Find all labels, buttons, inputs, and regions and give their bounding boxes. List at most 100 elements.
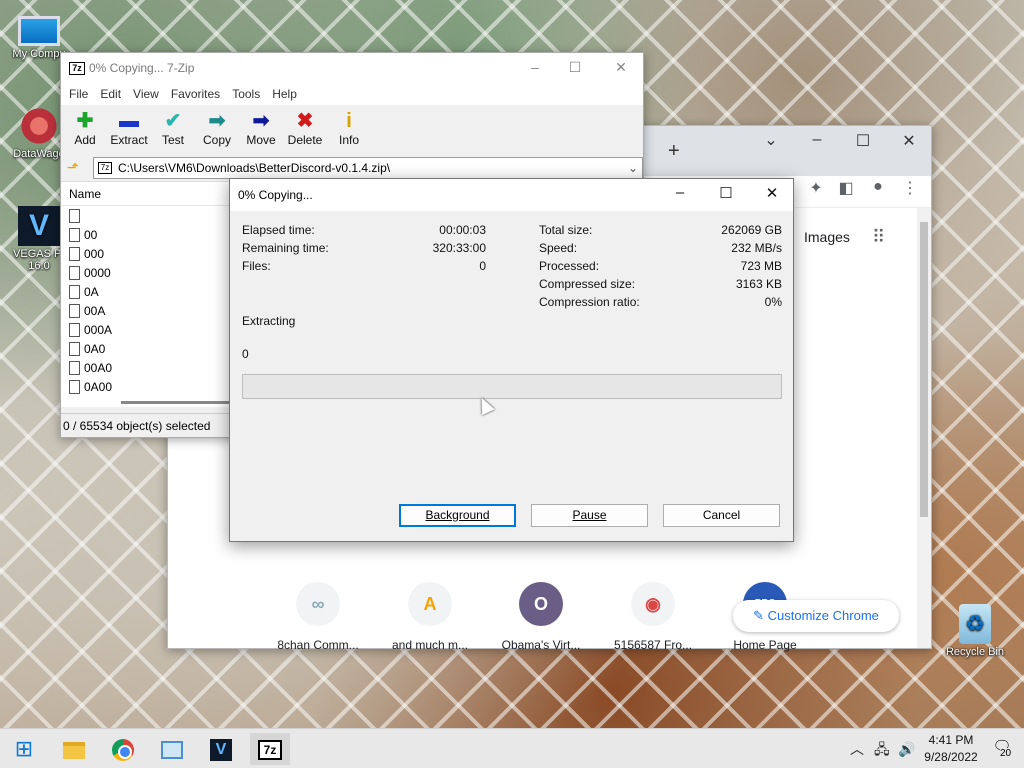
dialog-titlebar[interactable]: 0% Copying... – ☐ ✕ [230, 179, 793, 211]
move-button[interactable]: ➡ Move [241, 105, 281, 155]
list-item[interactable]: 000 [61, 244, 241, 263]
maximize-button[interactable]: ☐ [848, 131, 878, 151]
monitor-app-taskbar-button[interactable] [152, 733, 192, 765]
file-name: 0A00 [84, 379, 113, 394]
file-name: 00A [84, 303, 106, 318]
extract-button[interactable]: ▬ Extract [109, 105, 149, 155]
menu-tools[interactable]: Tools [226, 83, 266, 105]
shortcut-tile[interactable]: O Obama's Virt... [496, 582, 586, 652]
customize-chrome-button[interactable]: ✎ Customize Chrome [733, 600, 899, 632]
side-panel-icon[interactable]: ◧ [834, 178, 858, 198]
copy-arrow-icon: ➡ [208, 110, 226, 132]
clock[interactable]: 4:41 PM 9/28/2022 [918, 732, 984, 766]
pause-button[interactable]: Pause [531, 504, 648, 527]
network-icon[interactable]: 🖧 [874, 729, 890, 768]
clock-time: 4:41 PM [928, 733, 974, 747]
test-button[interactable]: ✔ Test [153, 105, 193, 155]
file-explorer-taskbar-button[interactable] [54, 733, 94, 765]
list-item[interactable] [61, 206, 241, 225]
images-link[interactable]: Images [804, 229, 850, 245]
file-icon [69, 227, 80, 242]
start-button[interactable]: ⊞ [4, 733, 44, 765]
add-button[interactable]: ✚ Add [65, 105, 105, 155]
file-icon [69, 303, 80, 318]
file-icon [69, 265, 80, 280]
menu-edit[interactable]: Edit [94, 83, 127, 105]
customize-label: Customize Chrome [767, 608, 879, 623]
list-item[interactable]: 00 [61, 225, 241, 244]
list-item[interactable]: 0A0 [61, 339, 241, 358]
chrome-icon [112, 739, 134, 762]
7zip-taskbar-button[interactable]: 7z [250, 733, 290, 765]
file-name: 0A [84, 284, 99, 299]
7zip-titlebar[interactable]: 7z 0% Copying... 7-Zip – ☐ ✕ [61, 53, 643, 83]
7zip-logo-icon: 7z [69, 62, 85, 75]
compressed-size-value: 3163 KB [735, 277, 782, 291]
datawagon-icon [18, 106, 60, 146]
dialog-title: 0% Copying... [238, 188, 313, 202]
maximize-button[interactable]: ☐ [712, 184, 740, 202]
vegas-taskbar-button[interactable]: V [201, 733, 241, 765]
file-name: 0A0 [84, 341, 106, 356]
current-item: 0 [242, 347, 249, 361]
check-icon: ✔ [164, 110, 182, 132]
column-header-name[interactable]: Name [61, 182, 241, 206]
shortcut-label: Obama's Virt... [501, 638, 581, 652]
minimize-button[interactable]: – [666, 184, 694, 201]
file-icon [69, 360, 80, 375]
list-item[interactable]: 0000 [61, 263, 241, 282]
maximize-button[interactable]: ☐ [563, 59, 587, 76]
chevron-down-icon[interactable]: ⌄ [628, 158, 638, 178]
list-item[interactable]: 0A00 [61, 377, 241, 396]
folder-up-icon[interactable]: ⬏ [67, 159, 79, 176]
list-item[interactable]: 00A [61, 301, 241, 320]
plus-icon: ✚ [76, 110, 94, 132]
list-item[interactable]: 0A [61, 282, 241, 301]
close-button[interactable]: ✕ [609, 59, 633, 76]
shortcut-tile[interactable]: A and much m... [385, 582, 475, 652]
compressed-size-label: Compressed size: [539, 277, 636, 291]
processed-label: Processed: [539, 259, 600, 273]
minus-icon: ▬ [119, 110, 139, 132]
delete-button[interactable]: ✖ Delete [285, 105, 325, 155]
minimize-button[interactable]: – [523, 59, 547, 75]
shortcut-tile[interactable]: ∞ 8chan Comm... [273, 582, 363, 652]
menu-file[interactable]: File [63, 83, 94, 105]
address-bar[interactable]: 7z C:\Users\VM6\Downloads\BetterDiscord-… [93, 157, 643, 179]
horizontal-scrollbar[interactable] [121, 401, 241, 404]
cancel-button[interactable]: Cancel [663, 504, 780, 527]
list-item[interactable]: 00A0 [61, 358, 241, 377]
operation-label: Extracting [242, 314, 296, 328]
background-button[interactable]: Background [399, 504, 516, 527]
shortcut-icon: O [519, 582, 563, 626]
close-button[interactable]: ✕ [894, 131, 924, 151]
minimize-button[interactable]: – [802, 131, 832, 149]
elapsed-time-label: Elapsed time: [242, 223, 315, 237]
tab-search-icon[interactable]: ⌄ [756, 130, 786, 150]
info-button[interactable]: i Info [329, 105, 369, 155]
file-icon [69, 379, 80, 394]
list-item[interactable]: 000A [61, 320, 241, 339]
file-icon [69, 341, 80, 356]
menu-help[interactable]: Help [266, 83, 303, 105]
copy-button[interactable]: ➡ Copy [197, 105, 237, 155]
volume-icon[interactable]: 🔊 [898, 729, 915, 768]
menu-view[interactable]: View [127, 83, 165, 105]
shortcut-tile[interactable]: ◉ 5156587 Fro... [608, 582, 698, 652]
profile-icon[interactable]: ● [866, 178, 890, 196]
file-icon [69, 284, 80, 299]
extensions-icon[interactable]: ✦ [804, 178, 828, 198]
desktop-icon-recycle-bin[interactable]: ♻ Recycle Bin [939, 604, 1011, 658]
google-apps-icon[interactable]: ⠿ [872, 227, 885, 248]
more-menu-icon[interactable]: ⋮ [898, 178, 922, 198]
menu-favorites[interactable]: Favorites [165, 83, 226, 105]
background-button-label: Background [425, 508, 490, 522]
file-name: 000 [84, 246, 105, 261]
clock-date: 9/28/2022 [924, 750, 978, 764]
close-button[interactable]: ✕ [758, 184, 786, 202]
chrome-scrollbar[interactable] [917, 208, 931, 648]
notification-center-button[interactable]: 🗨 20 [990, 737, 1014, 761]
show-hidden-icons-chevron-icon[interactable]: ︿ [850, 729, 864, 768]
new-tab-button[interactable]: + [668, 140, 680, 163]
chrome-taskbar-button[interactable] [103, 733, 143, 765]
